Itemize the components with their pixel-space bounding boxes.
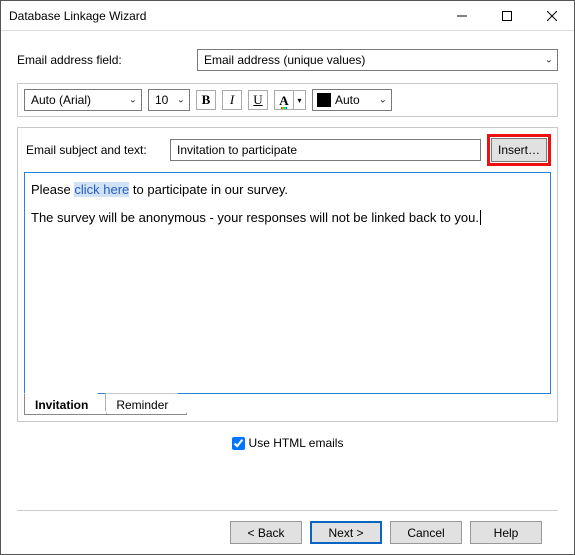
close-icon (547, 11, 557, 21)
content: Email address field: Email address (uniq… (1, 31, 574, 554)
insert-button[interactable]: Insert… (491, 138, 547, 162)
email-body-editor[interactable]: Please click here to participate in our … (24, 172, 551, 394)
font-value: Auto (Arial) (31, 93, 91, 107)
back-button[interactable]: < Back (230, 521, 302, 544)
subject-input[interactable]: Invitation to participate (170, 139, 481, 161)
titlebar: Database Linkage Wizard (1, 1, 574, 31)
text-cursor-icon: ​ (480, 210, 481, 225)
fill-value: Auto (335, 93, 360, 107)
bold-button[interactable]: B (196, 90, 216, 110)
chevron-down-icon: ⌄ (379, 95, 387, 106)
minimize-button[interactable] (439, 1, 484, 31)
format-toolbar: Auto (Arial) ⌄ 10 ⌄ B I U A ▾ Auto ⌄ (17, 83, 558, 117)
close-button[interactable] (529, 1, 574, 31)
maximize-icon (502, 11, 512, 21)
fill-color-picker[interactable]: Auto ⌄ (312, 89, 392, 111)
email-field-select[interactable]: Email address (unique values) ⌄ (197, 49, 558, 71)
tab-invitation[interactable]: Invitation (24, 393, 107, 415)
chevron-down-icon: ⌄ (129, 95, 137, 106)
tab-reminder[interactable]: Reminder (105, 393, 187, 415)
subject-label: Email subject and text: (24, 143, 164, 157)
text-color-picker[interactable]: A ▾ (274, 90, 306, 110)
email-field-label: Email address field: (17, 53, 197, 67)
text-color-icon: A (274, 90, 294, 110)
underline-button[interactable]: U (248, 90, 268, 110)
body-line-1: Please click here to participate in our … (31, 181, 544, 199)
click-here-link[interactable]: click here (74, 182, 129, 197)
editor-group: Email subject and text: Invitation to pa… (17, 127, 558, 422)
font-picker[interactable]: Auto (Arial) ⌄ (24, 89, 142, 111)
chevron-down-icon: ⌄ (177, 95, 185, 106)
window-title: Database Linkage Wizard (9, 9, 439, 23)
insert-highlight: Insert… (487, 134, 551, 166)
email-field-row: Email address field: Email address (uniq… (17, 49, 558, 71)
html-emails-checkbox[interactable] (232, 437, 245, 450)
button-bar: < Back Next > Cancel Help (17, 521, 558, 544)
subject-row: Email subject and text: Invitation to pa… (24, 134, 551, 166)
cancel-button[interactable]: Cancel (390, 521, 462, 544)
next-button[interactable]: Next > (310, 521, 382, 544)
tabs: Invitation Reminder (24, 393, 551, 415)
chevron-down-icon: ⌄ (545, 55, 553, 66)
font-size-value: 10 (155, 93, 168, 107)
italic-button[interactable]: I (222, 90, 242, 110)
minimize-icon (457, 11, 467, 21)
html-emails-row: Use HTML emails (17, 436, 558, 450)
email-field-value: Email address (unique values) (204, 53, 365, 67)
help-button[interactable]: Help (470, 521, 542, 544)
subject-value: Invitation to participate (177, 143, 297, 157)
chevron-down-icon: ▾ (294, 90, 306, 110)
divider (17, 510, 558, 511)
fill-swatch-icon (317, 93, 331, 107)
maximize-button[interactable] (484, 1, 529, 31)
html-emails-label[interactable]: Use HTML emails (232, 436, 344, 450)
font-size-picker[interactable]: 10 ⌄ (148, 89, 190, 111)
body-line-2: The survey will be anonymous - your resp… (31, 209, 544, 227)
